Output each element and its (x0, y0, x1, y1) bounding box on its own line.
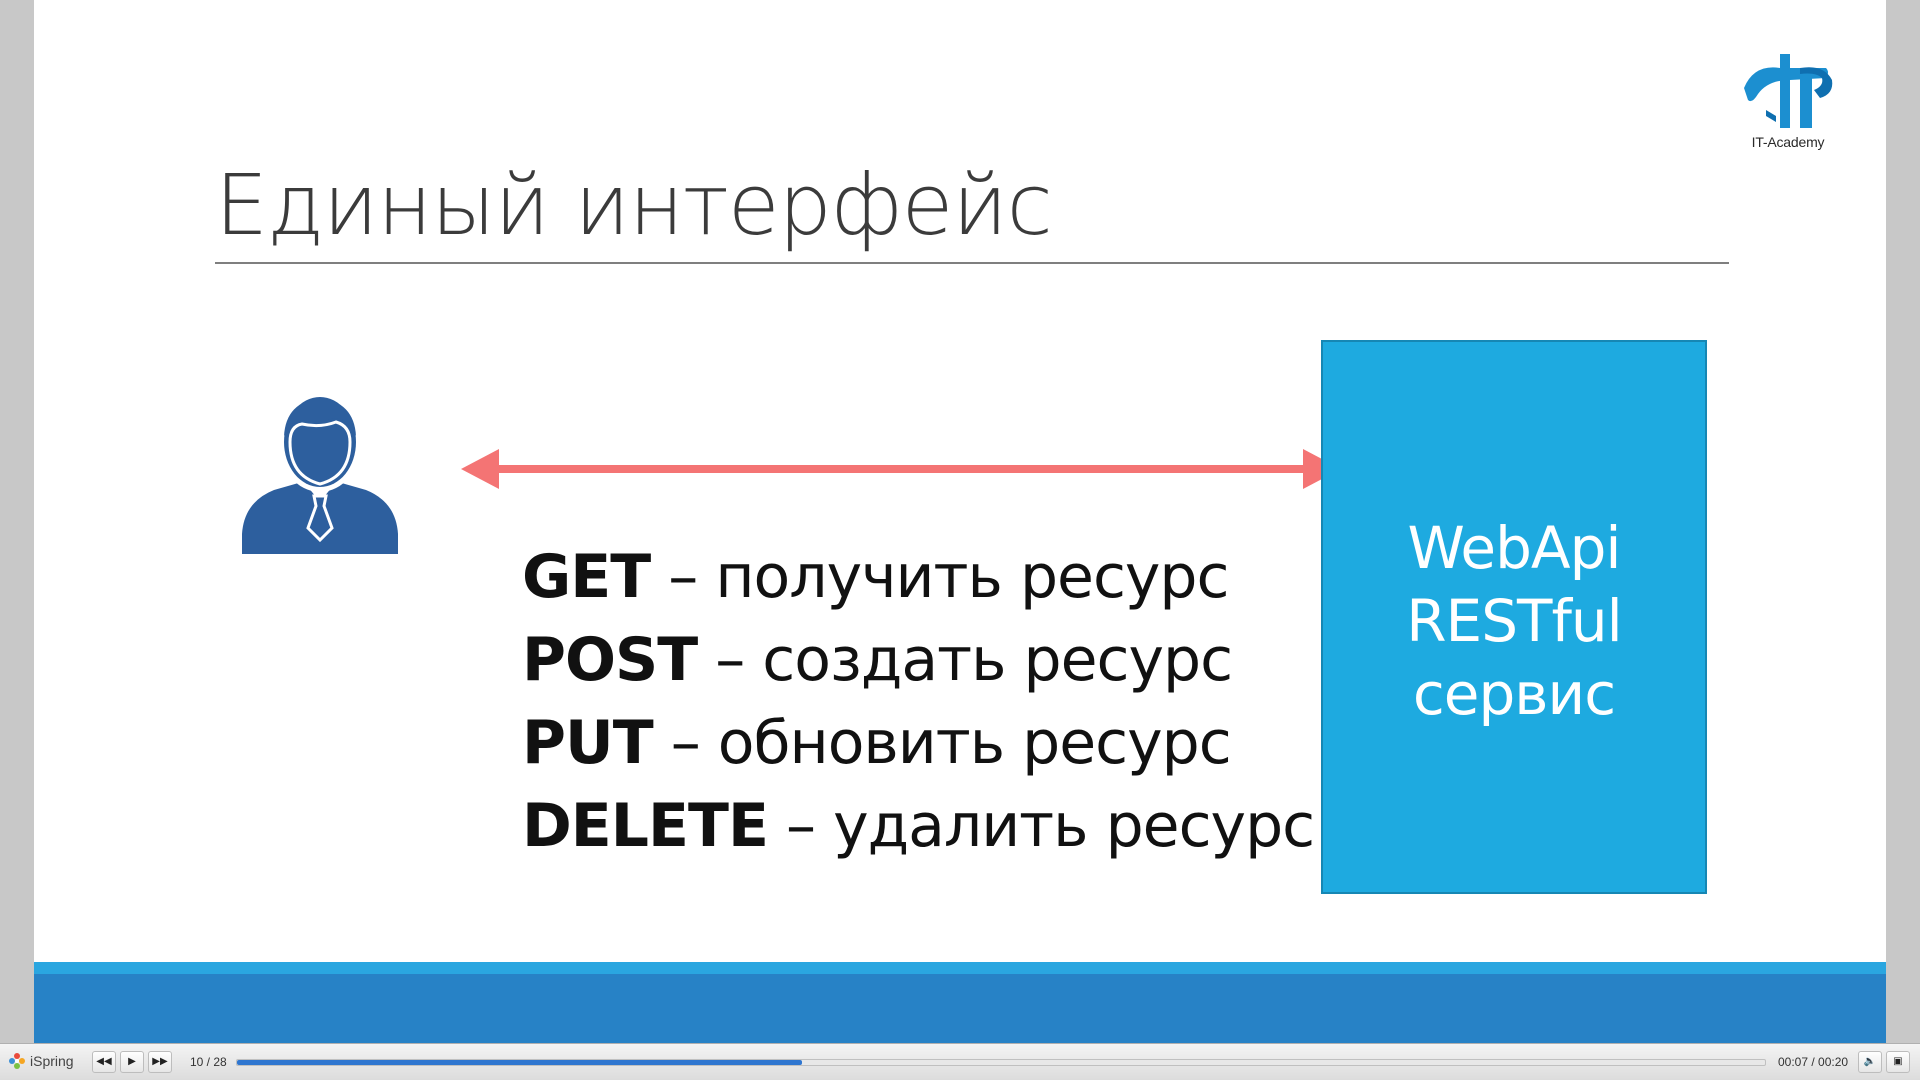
ispring-label: iSpring (30, 1053, 74, 1069)
method-row-put: PUT – обновить ресурс (522, 702, 1314, 785)
footer-band-dark (34, 974, 1886, 1043)
ispring-flower-icon (9, 1053, 25, 1069)
method-verb: DELETE (522, 791, 769, 861)
rewind-icon: ◀◀ (96, 1056, 112, 1067)
fullscreen-button[interactable]: ▣ (1886, 1051, 1910, 1073)
service-box-line: WebApi (1407, 514, 1621, 582)
next-slide-button[interactable]: ▶▶ (148, 1051, 172, 1073)
service-box-line: сервис (1412, 660, 1616, 728)
service-box-line: RESTful (1406, 587, 1622, 655)
title-divider (215, 262, 1729, 264)
progress-bar[interactable] (236, 1059, 1766, 1066)
it-academy-logo: IT-Academy (1740, 50, 1836, 156)
player-controls-bar: iSpring ◀◀ ▶ ▶▶ 10 / 28 00:07 / 00:20 🔈 … (0, 1043, 1920, 1080)
logo-caption: IT-Academy (1751, 134, 1825, 150)
method-description: – получить ресурс (650, 542, 1229, 612)
method-verb: GET (522, 542, 651, 612)
method-verb: POST (522, 625, 698, 695)
ispring-brand[interactable]: iSpring (8, 1052, 74, 1070)
slide-counter: 10 / 28 (190, 1055, 227, 1069)
user-icon (242, 388, 398, 554)
fast-forward-icon: ▶▶ (152, 1056, 168, 1067)
webapi-service-box: WebApi RESTful сервис (1321, 340, 1707, 894)
it-academy-logo-icon (1744, 54, 1833, 128)
window-icon: ▣ (1893, 1056, 1903, 1067)
method-description: – удалить ресурс (767, 791, 1315, 861)
play-icon: ▶ (128, 1056, 136, 1067)
method-description: – обновить ресурс (652, 708, 1232, 778)
volume-icon: 🔈 (1863, 1056, 1877, 1067)
bidirectional-arrow (461, 449, 1341, 489)
http-methods-list: GET – получить ресурс POST – создать рес… (522, 536, 1315, 868)
volume-button[interactable]: 🔈 (1858, 1051, 1882, 1073)
progress-bar-fill (237, 1060, 803, 1065)
playback-time: 00:07 / 00:20 (1778, 1055, 1849, 1069)
previous-slide-button[interactable]: ◀◀ (92, 1051, 116, 1073)
method-row-delete: DELETE – удалить ресурс (522, 785, 1315, 868)
method-row-post: POST – создать ресурс (522, 619, 1314, 702)
slide-canvas: IT-Academy Единый интерфейс GET – получи… (34, 0, 1886, 1043)
method-row-get: GET – получить ресурс (522, 536, 1314, 619)
method-verb: PUT (522, 708, 654, 778)
slide-title: Единый интерфейс (215, 156, 1053, 254)
footer-band-light (34, 962, 1886, 974)
method-description: – создать ресурс (697, 625, 1233, 695)
play-button[interactable]: ▶ (120, 1051, 144, 1073)
